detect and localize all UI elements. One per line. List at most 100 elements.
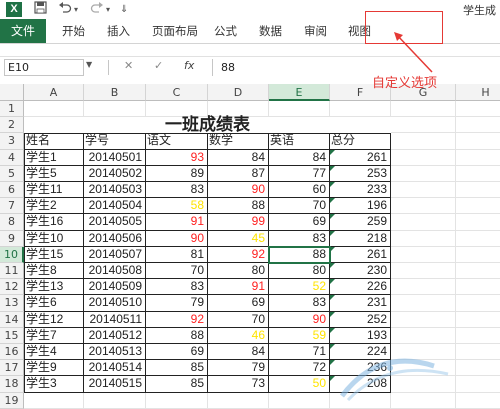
table-cell-name[interactable]: 学生16 bbox=[24, 214, 84, 231]
tab-page-layout[interactable]: 页面布局 bbox=[152, 19, 198, 43]
table-cell-english[interactable]: 80 bbox=[269, 263, 330, 280]
table-cell-chinese[interactable]: 83 bbox=[146, 279, 208, 296]
grid-cell[interactable] bbox=[391, 182, 456, 199]
table-cell-id[interactable]: 20140511 bbox=[84, 311, 146, 328]
enter-icon[interactable]: ✓ bbox=[154, 59, 163, 72]
grid-cell[interactable] bbox=[84, 101, 146, 118]
grid-cell[interactable] bbox=[269, 101, 330, 118]
row-header-9[interactable]: 9 bbox=[0, 230, 24, 247]
table-cell-name[interactable]: 学生12 bbox=[24, 311, 84, 328]
table-cell-english[interactable]: 90 bbox=[269, 311, 330, 328]
table-cell-id[interactable]: 20140507 bbox=[84, 246, 146, 263]
grid-cell[interactable] bbox=[456, 279, 500, 296]
table-cell-chinese[interactable]: 85 bbox=[146, 376, 208, 393]
table-cell-english[interactable]: 50 bbox=[269, 376, 330, 393]
name-box[interactable]: E10 bbox=[4, 59, 84, 76]
save-icon[interactable] bbox=[34, 1, 47, 19]
tab-home[interactable]: 开始 bbox=[62, 19, 85, 43]
table-header-cell[interactable]: 学号 bbox=[84, 133, 146, 150]
grid-cell[interactable] bbox=[456, 101, 500, 118]
grid-cell[interactable] bbox=[391, 295, 456, 312]
table-cell-math[interactable]: 92 bbox=[208, 246, 269, 263]
grid-cell[interactable] bbox=[456, 295, 500, 312]
grid-cell[interactable] bbox=[391, 327, 456, 344]
table-cell-total[interactable]: 226 bbox=[330, 279, 391, 296]
table-cell-id[interactable]: 20140502 bbox=[84, 165, 146, 182]
table-cell-math[interactable]: 70 bbox=[208, 311, 269, 328]
table-cell-math[interactable]: 99 bbox=[208, 214, 269, 231]
table-cell-total[interactable]: 252 bbox=[330, 311, 391, 328]
grid-cell[interactable] bbox=[208, 392, 269, 409]
grid-cell[interactable] bbox=[456, 328, 500, 344]
table-header-cell[interactable]: 总分 bbox=[330, 133, 391, 150]
grid-cell[interactable] bbox=[391, 117, 456, 134]
column-header-e[interactable]: E bbox=[269, 84, 330, 101]
row-header-1[interactable]: 1 bbox=[0, 101, 24, 118]
grid-cell[interactable] bbox=[456, 166, 500, 182]
grid-cell[interactable] bbox=[456, 231, 500, 247]
table-cell-english[interactable]: 60 bbox=[269, 182, 330, 199]
table-cell-math[interactable]: 73 bbox=[208, 376, 269, 393]
redo-icon[interactable] bbox=[90, 1, 104, 19]
table-cell-total[interactable]: 233 bbox=[330, 182, 391, 199]
table-cell-english[interactable]: 59 bbox=[269, 327, 330, 344]
grid-cell[interactable] bbox=[391, 230, 456, 247]
row-header-18[interactable]: 18 bbox=[0, 376, 24, 393]
formula-input[interactable]: 88 bbox=[212, 59, 500, 76]
table-cell-total[interactable]: 261 bbox=[330, 149, 391, 166]
table-cell-name[interactable]: 学生4 bbox=[24, 344, 84, 361]
grid-cell[interactable] bbox=[24, 101, 84, 118]
column-header-a[interactable]: A bbox=[24, 84, 84, 101]
table-cell-chinese[interactable]: 93 bbox=[146, 149, 208, 166]
table-cell-math[interactable]: 80 bbox=[208, 263, 269, 280]
table-cell-total[interactable]: 253 bbox=[330, 165, 391, 182]
table-cell-english[interactable]: 77 bbox=[269, 165, 330, 182]
table-cell-id[interactable]: 20140509 bbox=[84, 279, 146, 296]
table-cell-math[interactable]: 45 bbox=[208, 230, 269, 247]
grid-cell[interactable] bbox=[330, 101, 391, 118]
grid-cell[interactable] bbox=[391, 279, 456, 296]
table-cell-math[interactable]: 69 bbox=[208, 295, 269, 312]
row-header-8[interactable]: 8 bbox=[0, 214, 24, 231]
table-cell-id[interactable]: 20140505 bbox=[84, 214, 146, 231]
table-cell-name[interactable]: 学生1 bbox=[24, 149, 84, 166]
table-cell-math[interactable]: 46 bbox=[208, 327, 269, 344]
table-cell-chinese[interactable]: 90 bbox=[146, 230, 208, 247]
grid-cell[interactable] bbox=[456, 214, 500, 231]
table-cell-math[interactable]: 87 bbox=[208, 165, 269, 182]
grid-cell[interactable] bbox=[391, 165, 456, 182]
row-header-14[interactable]: 14 bbox=[0, 311, 24, 328]
row-header-16[interactable]: 16 bbox=[0, 344, 24, 361]
table-cell-math[interactable]: 79 bbox=[208, 360, 269, 377]
row-header-10[interactable]: 10 bbox=[0, 246, 24, 263]
table-cell-total[interactable]: 261 bbox=[330, 246, 391, 263]
table-cell-chinese[interactable]: 58 bbox=[146, 198, 208, 215]
table-cell-english[interactable]: 71 bbox=[269, 344, 330, 361]
grid-cell[interactable] bbox=[456, 117, 500, 134]
table-cell-name[interactable]: 学生6 bbox=[24, 295, 84, 312]
customize-toolbar-icon[interactable]: ⇓ bbox=[120, 1, 128, 18]
table-cell-math[interactable]: 88 bbox=[208, 198, 269, 215]
tab-review[interactable]: 审阅 bbox=[304, 19, 327, 43]
table-header-cell[interactable]: 数学 bbox=[208, 133, 269, 150]
table-cell-name[interactable]: 学生13 bbox=[24, 279, 84, 296]
table-cell-name[interactable]: 学生8 bbox=[24, 263, 84, 280]
table-cell-total[interactable]: 259 bbox=[330, 214, 391, 231]
row-header-6[interactable]: 6 bbox=[0, 182, 24, 199]
grid-cell[interactable] bbox=[84, 392, 146, 409]
grid-cell[interactable] bbox=[146, 392, 208, 409]
table-header-cell[interactable]: 姓名 bbox=[24, 133, 84, 150]
undo-icon[interactable] bbox=[58, 1, 72, 19]
table-cell-chinese[interactable]: 88 bbox=[146, 327, 208, 344]
cancel-icon[interactable]: ✕ bbox=[124, 59, 133, 72]
grid-cell[interactable] bbox=[456, 133, 500, 150]
table-cell-english[interactable]: 52 bbox=[269, 279, 330, 296]
row-header-17[interactable]: 17 bbox=[0, 360, 24, 377]
row-header-12[interactable]: 12 bbox=[0, 279, 24, 296]
table-cell-name[interactable]: 学生7 bbox=[24, 327, 84, 344]
table-cell-name[interactable]: 学生9 bbox=[24, 360, 84, 377]
table-cell-name[interactable]: 学生3 bbox=[24, 376, 84, 393]
grid-cell[interactable] bbox=[456, 150, 500, 166]
sheet-title[interactable]: 一班成绩表 bbox=[24, 116, 391, 135]
grid-cell[interactable] bbox=[391, 311, 456, 328]
